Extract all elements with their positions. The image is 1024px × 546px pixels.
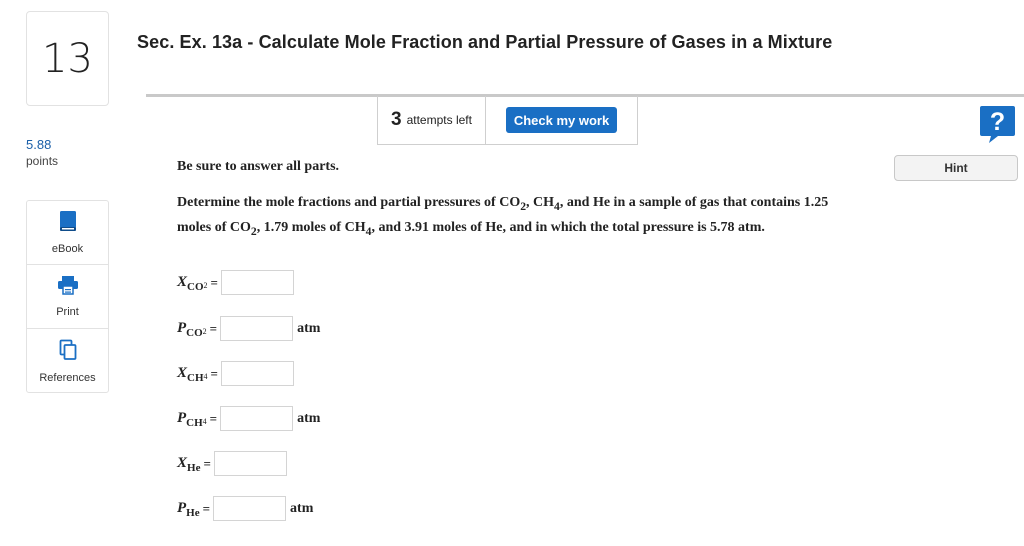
page-title: Sec. Ex. 13a - Calculate Mole Fraction a… (137, 32, 833, 52)
attempts-label: attempts left (406, 113, 472, 127)
mole-fraction-ch4-input[interactable] (220, 361, 294, 386)
sidebar-item-print[interactable]: Print (27, 265, 108, 329)
partial-pressure-ch4-input[interactable] (220, 406, 294, 431)
sidebar-item-label: References (39, 371, 96, 384)
printer-icon (57, 275, 79, 300)
answer-subscript-digit: 4 (203, 372, 208, 381)
answer-subscript: CO (186, 326, 203, 339)
help-glyph: ? (990, 108, 1005, 136)
points-label: points (26, 154, 59, 168)
sidebar-item-ebook[interactable]: eBook (27, 201, 108, 265)
points-value: 5.88 (26, 137, 52, 152)
equals-sign: = (210, 365, 218, 381)
help-icon[interactable]: ? (978, 104, 1017, 144)
equals-sign: = (209, 320, 218, 336)
unit-label: atm (290, 500, 314, 516)
instruction-text: Be sure to answer all parts. (177, 159, 340, 174)
sidebar-item-references[interactable]: References (27, 329, 108, 393)
equals-sign: = (210, 274, 218, 290)
equals-sign: = (209, 410, 218, 426)
answer-subscript-digit: 2 (202, 327, 207, 336)
answer-row-x-he: X He = (177, 451, 287, 476)
mole-fraction-he-input[interactable] (213, 451, 287, 476)
sidebar-item-label: Print (56, 306, 79, 318)
mole-fraction-co2-input[interactable] (220, 270, 294, 295)
answer-symbol: X (177, 274, 188, 290)
answer-row-p-ch4: P CH 4 = atm (177, 406, 320, 431)
problem-text: , CH (526, 195, 555, 210)
answer-symbol: X (177, 455, 188, 471)
answer-symbol: P (177, 500, 187, 516)
book-icon (59, 210, 77, 237)
answer-symbol: P (177, 320, 187, 336)
answer-row-p-co2: P CO 2 = atm (177, 316, 320, 341)
unit-label: atm (297, 410, 321, 426)
check-wrap: Check my work (486, 96, 637, 144)
partial-pressure-co2-input[interactable] (220, 316, 294, 341)
resource-sidebar: eBook Print References (26, 200, 109, 393)
answer-subscript: He (186, 506, 200, 519)
attempts-count: 3 (391, 109, 402, 130)
unit-label: atm (297, 320, 321, 336)
answer-subscript-digit: 2 (203, 281, 208, 290)
problem-text: , 1.79 moles of CH (256, 220, 366, 236)
answer-symbol: P (177, 410, 187, 426)
toolbar: 3 attempts left Check my work (377, 96, 638, 145)
answer-row-p-he: P He = atm (177, 496, 313, 521)
answer-subscript: He (187, 461, 201, 474)
answer-row-x-ch4: X CH 4 = (177, 361, 294, 386)
question-number: 13 (42, 35, 93, 82)
equals-sign: = (203, 455, 211, 471)
problem-text: Determine the mole fractions and partial… (177, 195, 521, 210)
problem-statement: Determine the mole fractions and partial… (177, 192, 837, 243)
answer-subscript: CH (186, 416, 203, 429)
answer-symbol: X (177, 365, 188, 381)
problem-text: , and 3.91 moles of He, and in which the… (371, 220, 765, 236)
answer-row-x-co2: X CO 2 = (177, 270, 294, 295)
answer-subscript: CH (187, 371, 204, 384)
answer-subscript-digit: 4 (202, 417, 207, 426)
check-my-work-button[interactable]: Check my work (506, 107, 617, 133)
equals-sign: = (202, 500, 211, 516)
copy-icon (59, 339, 77, 366)
hint-button[interactable]: Hint (894, 155, 1018, 181)
partial-pressure-he-input[interactable] (213, 496, 287, 521)
attempts-indicator: 3 attempts left (378, 96, 486, 144)
answer-subscript: CO (187, 280, 204, 293)
sidebar-item-label: eBook (51, 243, 84, 255)
question-number-box: 13 (26, 11, 109, 106)
